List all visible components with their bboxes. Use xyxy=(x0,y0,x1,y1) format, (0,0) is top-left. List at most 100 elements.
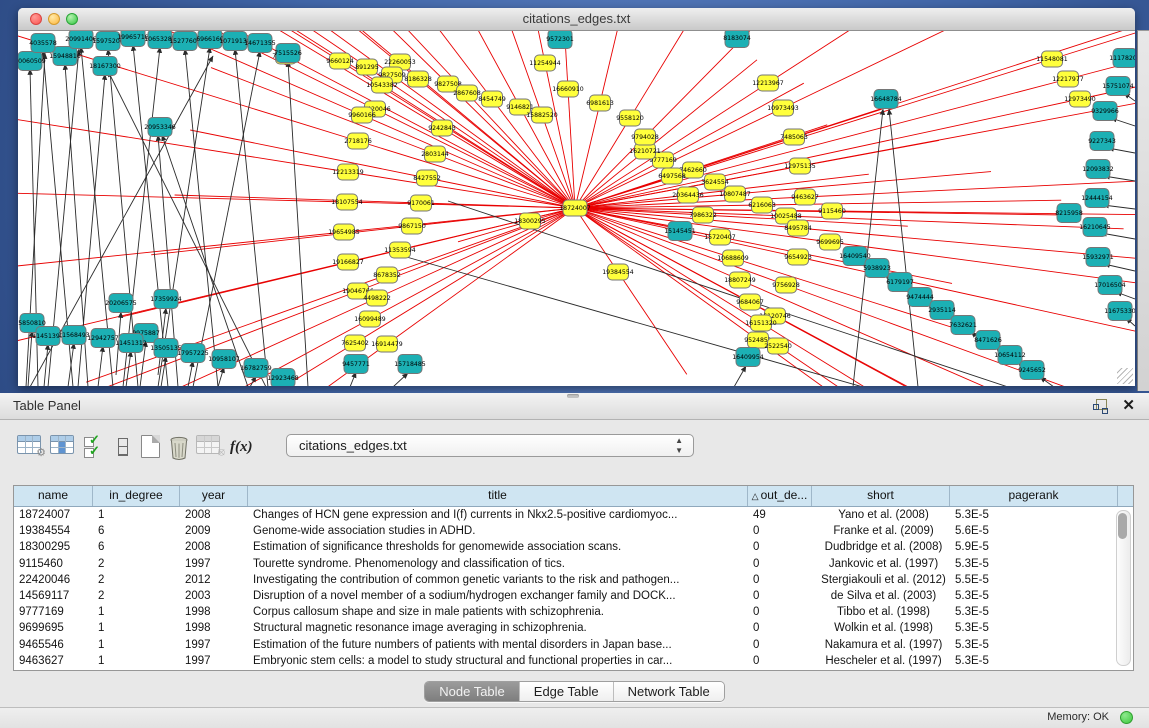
graph-node-label: 9960166 xyxy=(348,112,376,119)
show-column-button[interactable] xyxy=(50,435,76,461)
cell-year: 2008 xyxy=(180,507,248,523)
graph-node-label: 7625402 xyxy=(341,340,369,347)
cell-pagerank: 5.3E-5 xyxy=(950,653,1118,669)
network-canvas[interactable]: 1872400776638229660124891295222600539827… xyxy=(18,31,1135,386)
vertical-scrollbar[interactable] xyxy=(1116,510,1131,666)
column-header-out_degree[interactable]: △out_de... xyxy=(748,486,812,506)
network-view-window[interactable]: citations_edges.txt 18724007766382296601… xyxy=(18,8,1135,386)
function-builder-button[interactable]: f(x) xyxy=(230,435,256,461)
cell-out_degree: 0 xyxy=(748,653,812,669)
column-header-year[interactable]: year xyxy=(180,486,248,506)
graph-node-label: 15718485 xyxy=(394,361,426,368)
table-mode-button[interactable]: ⚙ xyxy=(17,435,43,461)
graph-node-label: 16210721 xyxy=(629,148,661,155)
cell-short: Tibbo et al. (1998) xyxy=(812,604,950,620)
table-row[interactable]: 911546021997Tourette syndrome. Phenomeno… xyxy=(14,556,1133,572)
table-selector-dropdown[interactable]: citations_edges.txt ▲▼ xyxy=(286,434,694,457)
panel-divider-handle[interactable] xyxy=(567,394,579,398)
column-header-short[interactable]: short xyxy=(812,486,950,506)
delete-column-button[interactable] xyxy=(167,435,193,461)
graph-node-label: 9684067 xyxy=(736,299,764,306)
graph-node-label: 18167300 xyxy=(89,63,121,70)
column-header-title[interactable]: title xyxy=(248,486,748,506)
cell-pagerank: 5.6E-5 xyxy=(950,523,1118,539)
network-svg[interactable]: 1872400776638229660124891295222600539827… xyxy=(18,31,1135,386)
cell-title: Tourette syndrome. Phenomenology and cla… xyxy=(248,556,748,572)
red-edge xyxy=(786,285,1124,386)
new-column-button[interactable] xyxy=(138,435,164,461)
red-edge xyxy=(348,208,575,262)
graph-node-label: 6981613 xyxy=(586,100,614,107)
tab-network-table[interactable]: Network Table xyxy=(614,682,724,701)
column-header-pagerank[interactable]: pagerank xyxy=(950,486,1118,506)
cell-short: Stergiakouli et al. (2012) xyxy=(812,572,950,588)
table-row[interactable]: 1456911722003Disruption of a novel membe… xyxy=(14,588,1133,604)
cell-in_degree: 2 xyxy=(93,588,180,604)
table-row[interactable]: 946554611997Estimation of the future num… xyxy=(14,637,1133,653)
graph-node-label: 16914479 xyxy=(371,341,403,348)
graph-node-label: 8427552 xyxy=(413,175,441,182)
window-resize-grip[interactable] xyxy=(1117,368,1133,384)
graph-node-label: 16648784 xyxy=(870,96,902,103)
cell-year: 2008 xyxy=(180,539,248,555)
graph-node-label: 11254944 xyxy=(529,60,561,67)
cell-name: 9777169 xyxy=(14,604,93,620)
cell-title: Changes of HCN gene expression and I(f) … xyxy=(248,507,748,523)
select-columns-button[interactable]: ✓ ✓ xyxy=(84,435,110,461)
graph-node-label: 4498222 xyxy=(363,295,391,302)
black-edge xyxy=(734,366,746,386)
red-edge xyxy=(768,31,1077,83)
cell-short: Nakamura et al. (1997) xyxy=(812,637,950,653)
table-row[interactable]: 969969511998Structural magnetic resonanc… xyxy=(14,620,1133,636)
table-row[interactable]: 1938455462009Genome-wide association stu… xyxy=(14,523,1133,539)
red-edge xyxy=(645,60,757,151)
cell-name: 9699695 xyxy=(14,620,93,636)
table-row[interactable]: 2242004622012Investigating the contribut… xyxy=(14,572,1133,588)
red-edge xyxy=(575,103,600,208)
cell-year: 2009 xyxy=(180,523,248,539)
graph-node-label: 12213319 xyxy=(332,169,364,176)
network-window-titlebar[interactable]: citations_edges.txt xyxy=(18,8,1135,31)
check-icon: ✓ xyxy=(89,446,100,456)
red-edge xyxy=(778,346,1103,386)
cell-out_degree: 49 xyxy=(748,507,812,523)
table-row[interactable]: 977716911998Corpus callosum shape and si… xyxy=(14,604,1133,620)
graph-node-label: 10543382 xyxy=(366,82,398,89)
tab-edge-table[interactable]: Edge Table xyxy=(520,682,614,701)
graph-node-label: 10958107 xyxy=(208,356,240,363)
cell-short: Yano et al. (2008) xyxy=(812,507,950,523)
red-edge xyxy=(715,140,939,182)
cell-out_degree: 0 xyxy=(748,539,812,555)
cell-out_degree: 0 xyxy=(748,523,812,539)
float-panel-icon[interactable] xyxy=(1093,399,1107,413)
close-panel-icon[interactable]: ✕ xyxy=(1122,396,1135,414)
tab-node-table[interactable]: Node Table xyxy=(425,682,520,701)
cell-title: Estimation of the future numbers of pati… xyxy=(248,637,748,653)
table-panel: Table Panel ✕ ⚙ ✓ ✓ xyxy=(0,393,1149,727)
graph-node-label: 8186328 xyxy=(404,76,432,83)
graph-node-label: 2522540 xyxy=(764,343,792,350)
memory-status-label: Memory: OK xyxy=(1047,711,1109,723)
graph-node-label: 6216063 xyxy=(748,202,776,209)
cell-out_degree: 0 xyxy=(748,620,812,636)
cell-name: 14569117 xyxy=(14,588,93,604)
graph-node-label: 8471626 xyxy=(974,337,1002,344)
gear-icon: ⚙ xyxy=(36,446,46,459)
cell-in_degree: 2 xyxy=(93,572,180,588)
graph-node-label: 18807249 xyxy=(724,277,756,284)
scrollbar-thumb[interactable] xyxy=(1118,513,1127,539)
table-row[interactable]: 1830029562008Estimation of significance … xyxy=(14,539,1133,555)
graph-node-label: 20060509 xyxy=(18,58,46,65)
red-edge xyxy=(151,226,412,255)
table-row[interactable]: 1872400712008Changes of HCN gene express… xyxy=(14,507,1133,523)
red-edge xyxy=(362,115,575,208)
graph-node-label: 10654112 xyxy=(994,352,1026,359)
table-toolbar: ⚙ ✓ ✓ ⦻ xyxy=(0,419,1149,471)
table-row[interactable]: 946362711997Embryonic stem cells: a mode… xyxy=(14,653,1133,669)
graph-node-label: 12213967 xyxy=(752,80,784,87)
graph-node-label: 9654923 xyxy=(784,254,812,261)
row-height-button[interactable] xyxy=(110,435,136,461)
graph-node-label: 15932971 xyxy=(1082,254,1114,261)
column-header-name[interactable]: name xyxy=(14,486,93,506)
column-header-in_degree[interactable]: in_degree xyxy=(93,486,180,506)
